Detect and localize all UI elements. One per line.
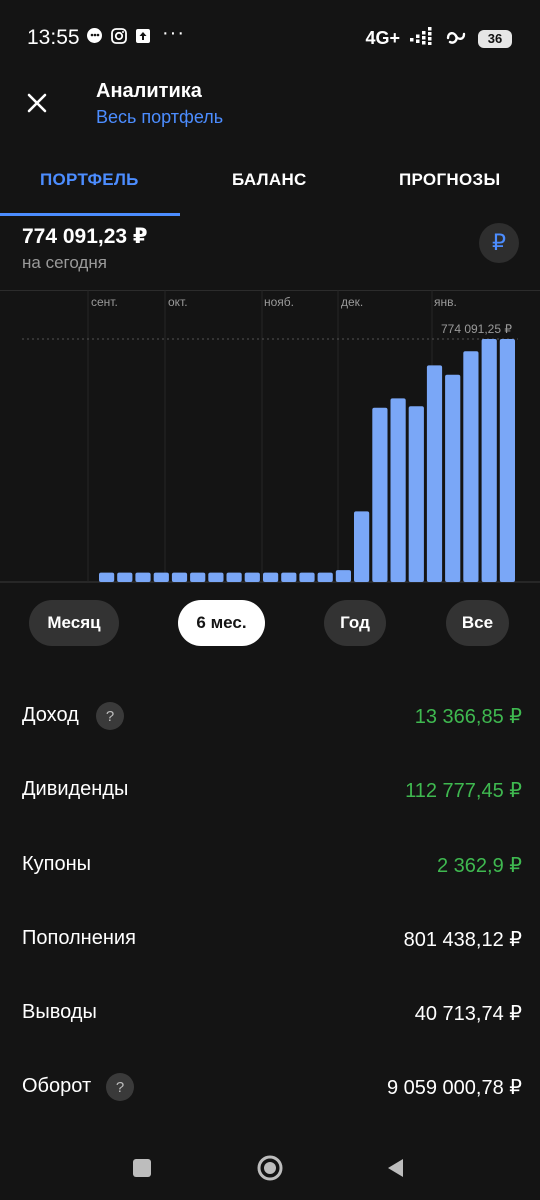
chart-bar [281,572,297,582]
chart-bar [135,572,151,582]
stat-value: 801 438,12 ₽ [403,929,522,951]
page-title: Аналитика [96,80,202,102]
chart-bar [190,572,206,582]
chart-bar [244,572,260,582]
help-icon[interactable]: ? [96,702,124,730]
status-bar: 13:55 ··· 4G+ 36 [0,0,540,74]
month-label: дек. [341,295,363,309]
stat-label: Дивиденды [22,778,129,800]
upload-icon [134,27,151,44]
chart-bar [99,572,115,582]
square-icon [133,1159,151,1177]
month-label: нояб. [264,295,294,309]
tab-forecasts[interactable]: ПРОГНОЗЫ [399,170,500,190]
stat-row-income: Доход ? 13 366,85 ₽ [0,696,540,736]
stat-label: Выводы [22,1001,97,1023]
stat-value: 112 777,45 ₽ [405,780,522,802]
home-circle-icon [257,1155,283,1181]
status-time: 13:55 [27,26,80,49]
tab-balance[interactable]: БАЛАНС [232,170,307,190]
stat-label: Доход [22,704,79,726]
period-month-button[interactable]: Месяц [29,600,119,646]
recent-apps-button[interactable] [124,1150,160,1186]
help-icon[interactable]: ? [106,1073,134,1101]
stat-row-withdrawals: Выводы 40 713,74 ₽ [0,993,540,1033]
stat-value: 2 362,9 ₽ [436,855,522,877]
stat-row-coupons: Купоны 2 362,9 ₽ [0,845,540,885]
stat-label: Купоны [22,853,92,875]
period-year-button[interactable]: Год [324,600,386,646]
chart-bar [463,351,479,582]
portfolio-selector[interactable]: Весь портфель [96,107,223,128]
instagram-icon [110,27,127,44]
stat-row-dividends: Дивиденды 112 777,45 ₽ [0,770,540,810]
tab-bar: ПОРТФЕЛЬ БАЛАНС ПРОГНОЗЫ [0,150,540,216]
currency-toggle-button[interactable]: ₽ [479,223,519,263]
chart-svg: сент. окт. нояб. дек. янв. 774 091,25 ₽ [0,290,540,583]
chart-bar [390,398,406,582]
chart-bar [117,572,133,582]
chart-bar [299,572,315,582]
stat-row-turnover: Оборот ? 9 059 000,78 ₽ [0,1067,540,1107]
close-icon [27,93,47,113]
month-label: сент. [91,295,118,309]
chart-bar [335,570,351,582]
status-overflow-icon: ··· [162,22,185,44]
stat-value: 9 059 000,78 ₽ [386,1077,522,1099]
battery-indicator: 36 [478,29,512,48]
portfolio-value-caption: на сегодня [22,253,107,272]
back-button[interactable] [378,1150,414,1186]
month-label: янв. [434,295,457,309]
period-selector: Месяц 6 мес. Год Все [0,600,540,648]
chart-bar [499,339,515,582]
close-button[interactable] [22,88,52,118]
tab-portfolio[interactable]: ПОРТФЕЛЬ [40,170,139,190]
stat-value: 13 366,85 ₽ [414,706,522,728]
chart-bar [263,572,279,582]
chart-bar [208,572,224,582]
portfolio-value: 774 091,23 ₽ [22,225,148,248]
back-triangle-icon [388,1159,403,1177]
month-label: окт. [168,295,188,309]
status-notification-icons [86,27,151,44]
stat-label: Пополнения [22,927,136,949]
max-value-label: 774 091,25 ₽ [441,322,512,336]
home-button[interactable] [252,1150,288,1186]
chart-bar [354,511,370,582]
portfolio-chart[interactable]: сент. окт. нояб. дек. янв. 774 091,25 ₽ [0,290,540,585]
chart-bar [153,572,169,582]
chart-bar [226,572,242,582]
chart-bar [426,365,443,582]
stat-value: 40 713,74 ₽ [414,1003,522,1025]
chart-bar [445,374,461,582]
status-system-icons: 4G+ 36 [365,26,512,51]
period-all-button[interactable]: Все [446,600,509,646]
stat-row-deposits: Пополнения 801 438,12 ₽ [0,919,540,959]
system-nav-bar [0,1140,540,1200]
period-6-months-button[interactable]: 6 мес. [178,600,265,646]
app-header: Аналитика Весь портфель [0,74,540,146]
signal-icon [410,27,434,50]
stat-label: Оборот [22,1075,92,1097]
active-tab-indicator [0,213,180,216]
link-icon [444,26,468,51]
chart-bar [171,572,188,582]
chart-bar [481,339,497,582]
network-type-label: 4G+ [365,28,400,48]
chart-bar [317,572,333,582]
chart-bar [408,406,424,582]
chat-bubble-icon [86,27,103,44]
chart-bar [372,407,388,582]
ruble-icon: ₽ [492,230,506,255]
